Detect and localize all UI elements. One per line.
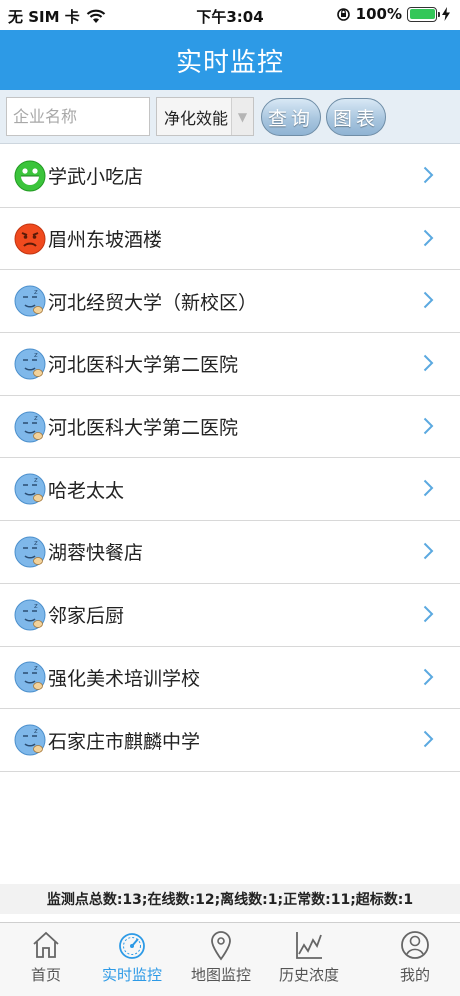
chevron-right-icon <box>423 730 434 748</box>
tab-map-monitor[interactable]: 地图监控 <box>175 923 267 996</box>
monitor-list: 学武小吃店 眉州东坡酒楼 z 河北经贸大学（新校区） z 河北医科大学第二医院 … <box>0 145 460 772</box>
chevron-right-icon <box>423 354 434 372</box>
sleeping-face-icon: z <box>14 285 46 317</box>
sleeping-face-icon: z <box>14 536 46 568</box>
sleeping-face-icon: z <box>14 348 46 380</box>
map-pin-icon <box>211 931 231 961</box>
nav-bar: 实时监控 <box>0 30 460 90</box>
svg-text:z: z <box>34 414 38 422</box>
chevron-right-icon <box>423 229 434 246</box>
list-item[interactable]: z 强化美术培训学校 <box>0 646 460 710</box>
chevron-right-icon <box>423 292 434 309</box>
chevron-right-icon <box>423 480 434 497</box>
charging-icon <box>442 7 450 21</box>
dropdown-arrow-icon[interactable]: ▼ <box>231 98 253 135</box>
list-item[interactable]: 眉州东坡酒楼 <box>0 207 460 271</box>
tab-realtime-monitor[interactable]: 实时监控 <box>86 923 178 996</box>
tab-label: 历史浓度 <box>278 966 339 984</box>
list-item-label: 哈老太太 <box>48 479 125 502</box>
search-bar: 净化效能 ▼ 查询 图表 <box>0 90 460 144</box>
battery-percent: 100% <box>355 5 402 23</box>
query-button[interactable]: 查询 <box>261 98 321 136</box>
metric-select-value: 净化效能 <box>164 108 229 128</box>
svg-text:z: z <box>34 539 38 547</box>
list-item-label: 学武小吃店 <box>48 166 144 189</box>
sleeping-face-icon: z <box>14 411 46 443</box>
list-item[interactable]: z 湖蓉快餐店 <box>0 521 460 584</box>
list-item-label: 邻家后厨 <box>48 605 125 628</box>
svg-text:z: z <box>34 288 38 296</box>
svg-text:z: z <box>34 727 38 735</box>
tab-home[interactable]: 首页 <box>0 923 92 996</box>
list-item[interactable]: z 河北医科大学第二医院 <box>0 333 460 396</box>
chevron-right-icon <box>423 542 434 560</box>
tab-label: 地图监控 <box>190 966 251 984</box>
user-icon <box>401 931 429 959</box>
tab-bar: 首页 实时监控 地图监控 历史浓度 我的 <box>0 922 460 996</box>
tab-label: 我的 <box>399 966 430 984</box>
sad-face-icon <box>14 223 46 255</box>
battery-icon <box>407 6 440 22</box>
list-item[interactable]: z 邻家后厨 <box>0 583 460 647</box>
list-item[interactable]: z 河北经贸大学（新校区） <box>0 270 460 334</box>
list-item-label: 河北医科大学第二医院 <box>48 354 239 377</box>
sleeping-face-icon: z <box>14 724 46 756</box>
list-item[interactable]: z 哈老太太 <box>0 458 460 522</box>
sleeping-face-icon: z <box>14 599 46 631</box>
gauge-icon <box>119 933 145 959</box>
chevron-right-icon <box>423 166 434 184</box>
list-item[interactable]: z 河北医科大学第二医院 <box>0 395 460 459</box>
metric-select[interactable]: 净化效能 ▼ <box>156 97 254 136</box>
company-name-input[interactable] <box>6 97 150 136</box>
tab-label: 实时监控 <box>101 966 162 984</box>
svg-text:z: z <box>34 664 38 672</box>
list-item-label: 石家庄市麒麟中学 <box>48 730 201 753</box>
status-right: 100% <box>336 5 450 23</box>
tab-label: 首页 <box>30 966 61 984</box>
tab-mine[interactable]: 我的 <box>369 923 460 996</box>
list-item-label: 强化美术培训学校 <box>48 667 201 690</box>
chevron-right-icon <box>423 668 434 685</box>
list-item-label: 眉州东坡酒楼 <box>48 229 163 252</box>
tab-history-concentration[interactable]: 历史浓度 <box>263 923 355 996</box>
line-chart-icon <box>296 932 322 959</box>
home-icon <box>33 931 59 958</box>
list-item-label: 河北医科大学第二医院 <box>48 417 239 440</box>
status-bar: 无 SIM 卡 下午3:04 100% <box>0 0 460 30</box>
page-title: 实时监控 <box>175 47 284 78</box>
chevron-right-icon <box>423 417 434 434</box>
list-item-label: 湖蓉快餐店 <box>48 542 144 565</box>
svg-text:z: z <box>34 476 38 484</box>
chart-button[interactable]: 图表 <box>326 98 386 136</box>
list-item[interactable]: 学武小吃店 <box>0 145 460 208</box>
happy-face-icon <box>14 160 46 192</box>
orientation-lock-icon <box>336 7 350 21</box>
list-item-label: 河北经贸大学（新校区） <box>48 291 258 314</box>
summary-bar: 监测点总数:13;在线数:12;离线数:1;正常数:11;超标数:1 <box>0 884 460 914</box>
chevron-right-icon <box>423 605 434 623</box>
svg-text:z: z <box>34 602 38 610</box>
sleeping-face-icon: z <box>14 473 46 505</box>
sleeping-face-icon: z <box>14 661 46 693</box>
svg-text:z: z <box>34 351 38 359</box>
list-item[interactable]: z 石家庄市麒麟中学 <box>0 709 460 772</box>
